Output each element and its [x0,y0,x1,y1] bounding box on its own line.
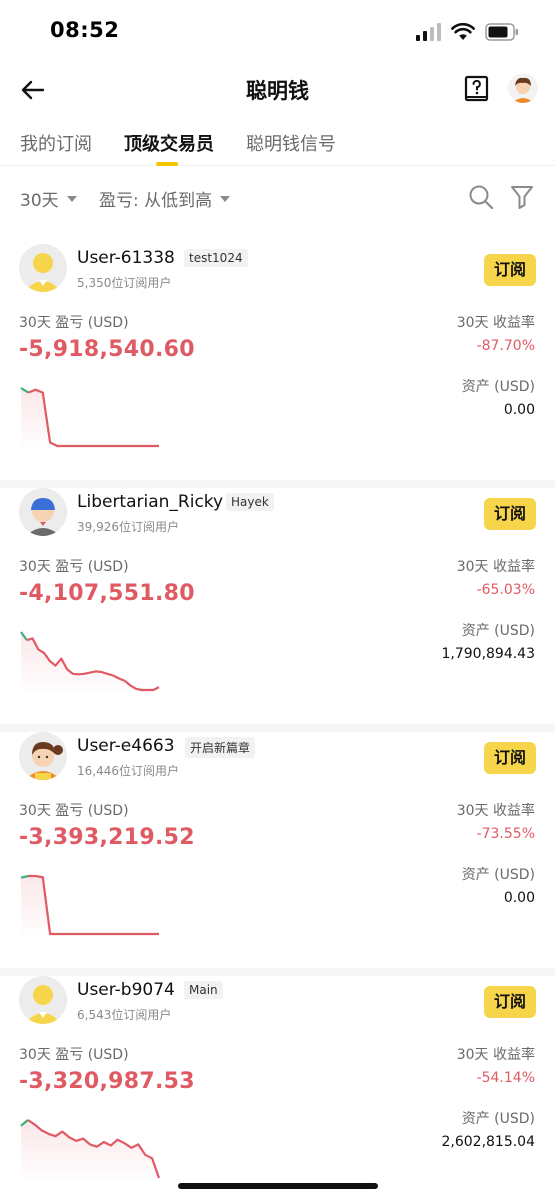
pnl-sparkline [20,631,160,692]
roi-label: 30天 收益率 [456,559,535,575]
status-time: 08:52 [50,18,120,42]
pnl-label: 30天 盈亏 (USD) [19,803,129,819]
trader-avatar[interactable] [19,732,67,780]
card-divider [0,968,555,976]
trader-card[interactable]: User-61338 test1024 5,350位订阅用户 订阅 30天 盈亏 (US… [0,244,555,488]
trader-tag: 开启新篇章 [185,737,256,758]
trader-tag: Main [184,981,223,999]
yellow-user-avatar-icon [19,976,67,1024]
wifi-icon [451,23,475,40]
trader-name[interactable]: User-e4663 [77,736,175,756]
trader-card[interactable]: User-b9074 Main 6,543位订阅用户 订阅 30天 盈亏 (USD) -3… [0,976,555,1200]
subscribe-button[interactable]: 订阅 [484,498,536,530]
pnl-value: -4,107,551.80 [19,581,195,606]
ponytail-girl-avatar-icon [19,732,67,780]
assets-label: 资产 (USD) [461,623,535,639]
blue-cap-avatar-icon [19,488,67,536]
subscriber-count: 6,543位订阅用户 [77,1008,172,1022]
period-filter[interactable]: 30天 [20,186,77,211]
profile-avatar-icon [508,73,538,103]
nav-bar: 聪明钱 [0,62,555,118]
pnl-sparkline [20,874,159,936]
card-divider [0,724,555,732]
tab-bar: 我的订阅 顶级交易员 聪明钱信号 [0,118,555,166]
assets-label: 资产 (USD) [461,1111,535,1127]
roi-label: 30天 收益率 [456,1047,535,1063]
pnl-value: -5,918,540.60 [19,337,195,362]
tab-smart-money-signals[interactable]: 聪明钱信号 [246,130,336,156]
roi-value: -87.70% [476,338,535,354]
cellular-signal-icon [416,23,441,41]
trader-avatar[interactable] [19,244,67,292]
trader-name[interactable]: Libertarian_Ricky [77,492,223,512]
roi-value: -54.14% [476,1070,535,1086]
pnl-sparkline [20,1119,161,1180]
search-icon [469,185,494,210]
profile-avatar[interactable] [508,73,538,103]
sparkline-area [21,876,159,936]
roi-value: -65.03% [476,582,535,598]
filter-button[interactable] [510,184,534,210]
trader-avatar[interactable] [19,488,67,536]
sparkline-area [21,632,159,692]
trader-name[interactable]: User-b9074 [77,980,175,1000]
roi-value: -73.55% [476,826,535,842]
caret-down-icon [66,195,77,202]
subscriber-count: 5,350位订阅用户 [77,276,172,290]
pnl-label: 30天 盈亏 (USD) [19,315,129,331]
tab-top-traders[interactable]: 顶级交易员 [124,130,214,156]
trader-avatar[interactable] [19,976,67,1024]
status-icons [415,22,519,42]
sort-filter[interactable]: 盈亏: 从低到高 [99,186,231,211]
subscriber-count: 39,926位订阅用户 [77,520,179,534]
pnl-label: 30天 盈亏 (USD) [19,559,129,575]
sparkline-area [21,388,159,448]
roi-label: 30天 收益率 [456,315,535,331]
filter-bar: 30天 盈亏: 从低到高 [0,166,555,228]
assets-label: 资产 (USD) [461,379,535,395]
subscribe-button[interactable]: 订阅 [484,742,536,774]
assets-value: 0.00 [503,890,535,906]
pnl-value: -3,320,987.53 [19,1069,195,1094]
subscriber-count: 16,446位订阅用户 [77,764,179,778]
subscribe-button[interactable]: 订阅 [484,986,536,1018]
pnl-label: 30天 盈亏 (USD) [19,1047,129,1063]
card-divider [0,480,555,488]
trader-name[interactable]: User-61338 [77,248,175,268]
status-bar: 08:52 [0,0,555,62]
subscribe-button[interactable]: 订阅 [484,254,536,286]
assets-value: 0.00 [503,402,535,418]
trader-card[interactable]: Libertarian_Ricky Hayek 39,926位订阅用户 订阅 30天 盈… [0,488,555,732]
assets-value: 2,602,815.04 [441,1134,535,1150]
search-button[interactable] [468,184,494,210]
yellow-user-avatar-icon [19,244,67,292]
help-button[interactable] [464,75,490,103]
sort-filter-label: 盈亏: 从低到高 [99,191,213,211]
home-indicator [178,1183,378,1189]
funnel-icon [511,186,533,209]
trader-tag: Hayek [226,493,274,511]
pnl-sparkline [20,387,159,448]
assets-value: 1,790,894.43 [441,646,535,662]
question-book-icon [464,75,489,102]
roi-label: 30天 收益率 [456,803,535,819]
caret-down-icon [220,195,231,202]
tab-my-subscriptions[interactable]: 我的订阅 [20,130,92,156]
trader-tag: test1024 [184,249,248,267]
sparkline-loss-segment [28,874,159,936]
pnl-value: -3,393,219.52 [19,825,195,850]
trader-card[interactable]: User-e4663 开启新篇章 16,446位订阅用户 订阅 30天 盈亏 (USD)… [0,732,555,976]
assets-label: 资产 (USD) [461,867,535,883]
battery-icon [485,23,518,41]
period-filter-label: 30天 [20,191,59,211]
